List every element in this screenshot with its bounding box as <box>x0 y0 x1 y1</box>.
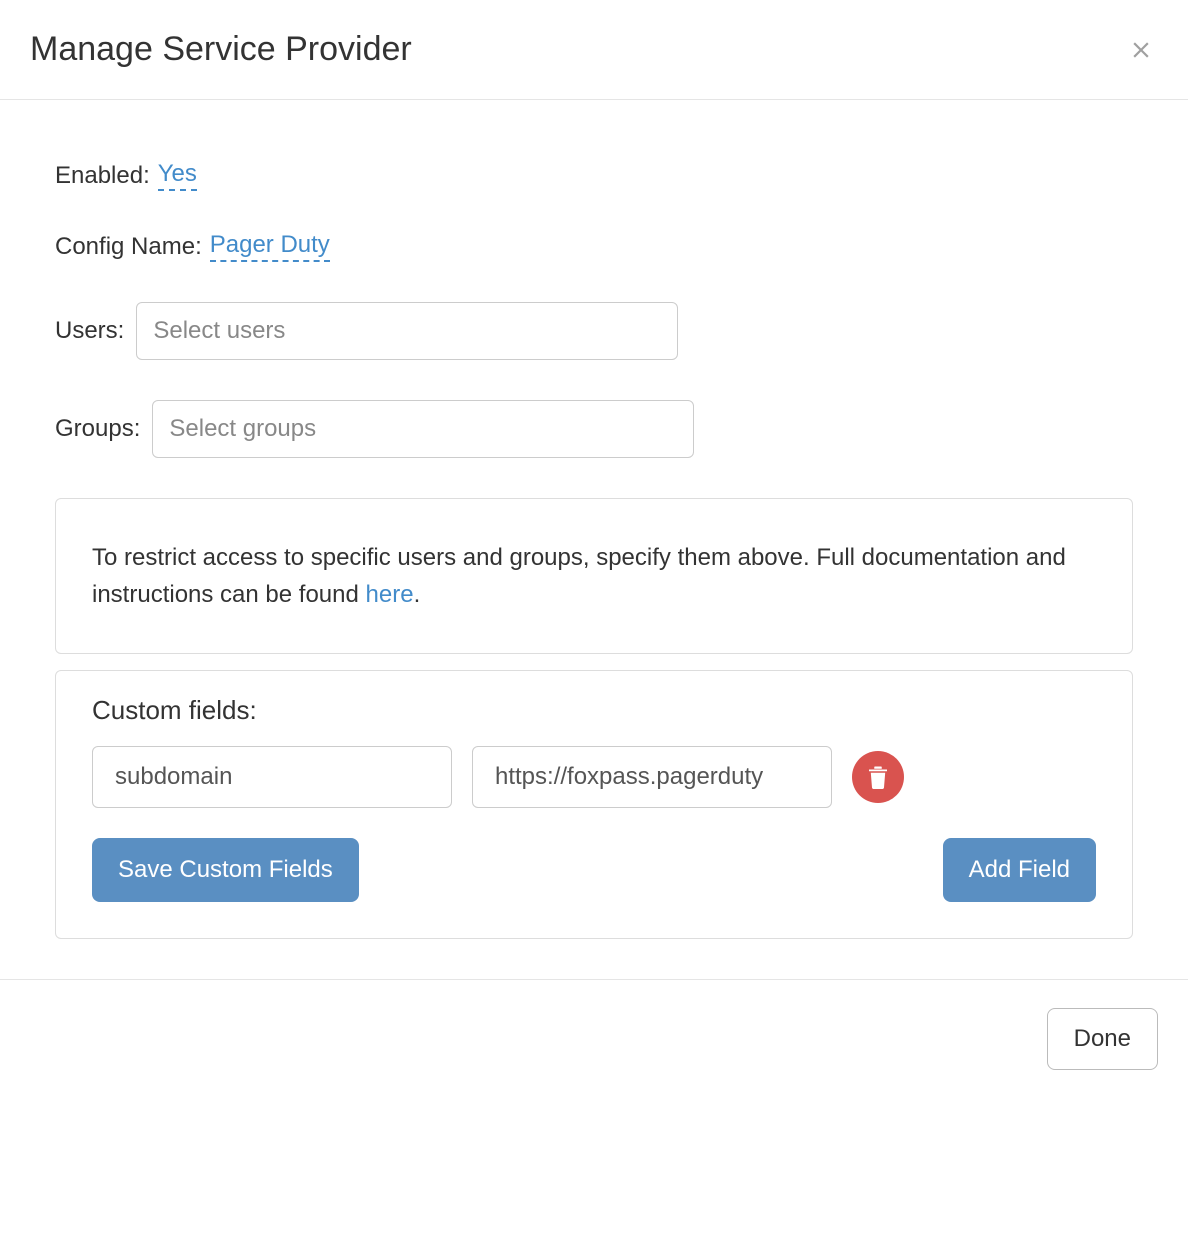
info-text-after: . <box>414 581 421 608</box>
config-name-row: Config Name: Pager Duty <box>55 231 1133 262</box>
info-panel: To restrict access to specific users and… <box>55 498 1133 654</box>
info-link[interactable]: here <box>366 581 414 608</box>
done-button[interactable]: Done <box>1047 1008 1158 1070</box>
enabled-value[interactable]: Yes <box>158 160 197 191</box>
add-field-button[interactable]: Add Field <box>943 838 1096 902</box>
users-label: Users: <box>55 317 124 345</box>
custom-fields-panel: Custom fields: Save Custom Fields Add Fi… <box>55 670 1133 939</box>
config-name-label: Config Name: <box>55 233 202 261</box>
custom-field-value-input[interactable] <box>472 746 832 808</box>
enabled-row: Enabled: Yes <box>55 160 1133 191</box>
save-custom-fields-button[interactable]: Save Custom Fields <box>92 838 359 902</box>
groups-select[interactable]: Select groups <box>152 400 694 458</box>
users-select[interactable]: Select users <box>136 302 678 360</box>
modal-title: Manage Service Provider <box>30 30 412 69</box>
config-name-value[interactable]: Pager Duty <box>210 231 330 262</box>
custom-field-row <box>92 746 1096 808</box>
manage-service-provider-modal: Manage Service Provider Enabled: Yes Con… <box>0 0 1188 1100</box>
users-row: Users: Select users <box>55 302 1133 360</box>
close-button[interactable] <box>1124 33 1158 67</box>
info-text-before: To restrict access to specific users and… <box>92 544 1066 608</box>
modal-header: Manage Service Provider <box>0 0 1188 100</box>
enabled-label: Enabled: <box>55 162 150 190</box>
delete-custom-field-button[interactable] <box>852 751 904 803</box>
modal-body: Enabled: Yes Config Name: Pager Duty Use… <box>0 100 1188 979</box>
custom-fields-buttons: Save Custom Fields Add Field <box>92 838 1096 902</box>
custom-fields-title: Custom fields: <box>92 695 1096 726</box>
close-icon <box>1128 37 1154 63</box>
trash-icon <box>867 765 889 789</box>
groups-row: Groups: Select groups <box>55 400 1133 458</box>
custom-field-key-input[interactable] <box>92 746 452 808</box>
groups-label: Groups: <box>55 415 140 443</box>
modal-footer: Done <box>0 979 1188 1100</box>
